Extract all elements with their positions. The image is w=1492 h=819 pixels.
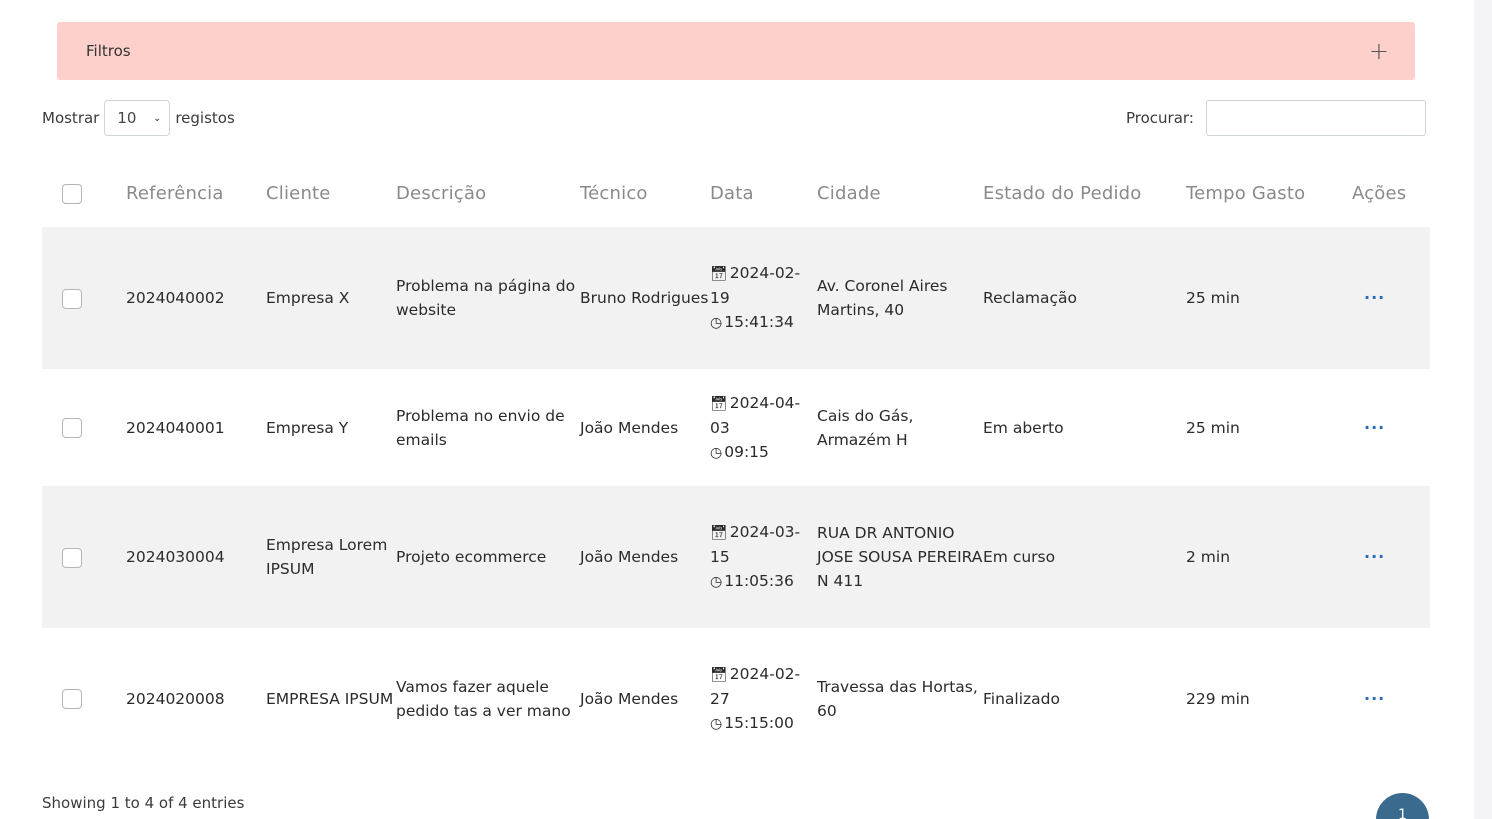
cell-tempo: 229 min xyxy=(1186,689,1250,708)
row-select-cell xyxy=(42,227,126,369)
clock-icon: ◷ xyxy=(710,574,723,590)
cell-tempo: 25 min xyxy=(1186,418,1240,437)
cell-cidade: Cais do Gás, Armazém H xyxy=(817,406,914,449)
cell-tecnico: João Mendes xyxy=(580,418,679,437)
cell-data: 📅︎ 2024-02-27 ◷ 15:15:00 xyxy=(710,628,817,769)
cell-cliente: Empresa X xyxy=(266,289,350,307)
select-all-checkbox[interactable] xyxy=(62,184,82,204)
cell-descricao: Vamos fazer aquele pedido tas a ver mano xyxy=(396,677,571,720)
select-all-cell xyxy=(42,160,126,227)
cell-data: 📅︎ 2024-03-15 ◷ 11:05:36 xyxy=(710,486,817,628)
row-actions-button[interactable]: ··· xyxy=(1352,628,1430,769)
column-header-cliente[interactable]: Cliente xyxy=(266,160,396,227)
row-select-cell xyxy=(42,486,126,628)
cell-cidade: Travessa das Hortas, 60 xyxy=(817,677,978,720)
plus-icon[interactable]: + xyxy=(1369,39,1389,63)
chevron-down-icon: ⌄ xyxy=(152,112,162,124)
cell-descricao: Problema na página do website xyxy=(396,277,576,319)
cell-cliente: Empresa Lorem IPSUM xyxy=(266,536,388,578)
table-row[interactable]: 2024040001 Empresa Y Problema no envio d… xyxy=(42,369,1430,486)
cell-cidade: RUA DR ANTONIO JOSE SOUSA PEREIRA N 411 xyxy=(817,524,983,590)
search-label: Procurar: xyxy=(1126,109,1194,127)
cell-descricao: Problema no envio de emails xyxy=(396,406,565,449)
cell-estado: Reclamação xyxy=(983,289,1078,307)
cell-estado: Em aberto xyxy=(983,418,1064,437)
cell-cliente: EMPRESA IPSUM xyxy=(266,689,394,708)
calendar-icon: 📅︎ xyxy=(710,525,728,541)
pagination-page-button[interactable]: 1 xyxy=(1376,793,1429,819)
page: Filtros + Mostrar 10 ⌄ registos Procurar… xyxy=(0,0,1492,819)
table-row[interactable]: 2024040002 Empresa X Problema na página … xyxy=(42,227,1430,369)
cell-tempo: 2 min xyxy=(1186,548,1231,566)
cell-time: 11:05:36 xyxy=(724,572,794,590)
column-header-descricao[interactable]: Descrição xyxy=(396,160,580,227)
table-row[interactable]: 2024030004 Empresa Lorem IPSUM Projeto e… xyxy=(42,486,1430,628)
scrollbar-track[interactable] xyxy=(1474,0,1492,819)
cell-referencia: 2024040002 xyxy=(126,289,225,307)
entries-per-page-value: 10 xyxy=(117,109,137,127)
search-input[interactable] xyxy=(1205,100,1426,136)
cell-referencia: 2024040001 xyxy=(126,418,225,437)
row-checkbox[interactable] xyxy=(62,418,82,438)
column-header-acoes: Ações xyxy=(1352,183,1407,204)
entries-length-control: Mostrar 10 ⌄ registos xyxy=(42,100,235,136)
filters-label: Filtros xyxy=(86,42,131,60)
column-header-estado[interactable]: Estado do Pedido xyxy=(983,160,1186,227)
cell-tecnico: Bruno Rodrigues xyxy=(580,289,709,307)
cell-referencia: 2024020008 xyxy=(126,689,225,708)
cell-referencia: 2024030004 xyxy=(126,548,225,566)
row-checkbox[interactable] xyxy=(62,689,82,709)
column-header-cidade[interactable]: Cidade xyxy=(817,160,983,227)
filters-panel-header[interactable]: Filtros + xyxy=(57,22,1415,80)
cell-data: 📅︎ 2024-04-03 ◷ 09:15 xyxy=(710,369,817,486)
row-checkbox[interactable] xyxy=(62,288,82,309)
cell-tecnico: João Mendes xyxy=(580,548,679,566)
cell-estado: Finalizado xyxy=(983,689,1060,708)
table-header-row: Referência Cliente Descrição Técnico Dat… xyxy=(42,160,1430,227)
cell-tempo: 25 min xyxy=(1186,289,1240,307)
calendar-icon: 📅︎ xyxy=(710,266,728,282)
cell-time: 09:15 xyxy=(724,442,769,461)
cell-cliente: Empresa Y xyxy=(266,418,349,437)
row-checkbox[interactable] xyxy=(62,547,82,568)
cell-time: 15:15:00 xyxy=(724,713,794,732)
requests-table-wrapper: Referência Cliente Descrição Técnico Dat… xyxy=(42,160,1430,769)
row-select-cell xyxy=(42,628,126,769)
row-actions-button[interactable]: ··· xyxy=(1352,369,1430,486)
cell-tecnico: João Mendes xyxy=(580,689,679,708)
column-header-referencia[interactable]: Referência xyxy=(126,160,266,227)
column-header-tempo[interactable]: Tempo Gasto xyxy=(1186,160,1352,227)
requests-table: Referência Cliente Descrição Técnico Dat… xyxy=(42,160,1430,769)
cell-descricao: Projeto ecommerce xyxy=(396,548,547,566)
row-actions-button[interactable]: ··· xyxy=(1352,227,1430,369)
length-suffix: registos xyxy=(175,109,235,127)
calendar-icon: 📅︎ xyxy=(710,395,728,412)
row-select-cell xyxy=(42,369,126,486)
clock-icon: ◷ xyxy=(710,315,723,331)
search-control: Procurar: xyxy=(1126,100,1426,136)
column-header-tecnico[interactable]: Técnico xyxy=(580,160,710,227)
cell-data: 📅︎ 2024-02-19 ◷ 15:41:34 xyxy=(710,227,817,369)
calendar-icon: 📅︎ xyxy=(710,666,728,683)
table-row[interactable]: 2024020008 EMPRESA IPSUM Vamos fazer aqu… xyxy=(42,628,1430,769)
column-header-data[interactable]: Data xyxy=(710,160,817,227)
cell-estado: Em curso xyxy=(983,548,1056,566)
cell-time: 15:41:34 xyxy=(724,313,794,331)
table-info: Showing 1 to 4 of 4 entries xyxy=(42,794,245,812)
clock-icon: ◷ xyxy=(710,444,723,461)
length-prefix: Mostrar xyxy=(42,109,100,127)
cell-cidade: Av. Coronel Aires Martins, 40 xyxy=(817,277,948,319)
row-actions-button[interactable]: ··· xyxy=(1352,486,1430,628)
clock-icon: ◷ xyxy=(710,715,723,732)
entries-per-page-select[interactable]: 10 ⌄ xyxy=(104,100,171,136)
